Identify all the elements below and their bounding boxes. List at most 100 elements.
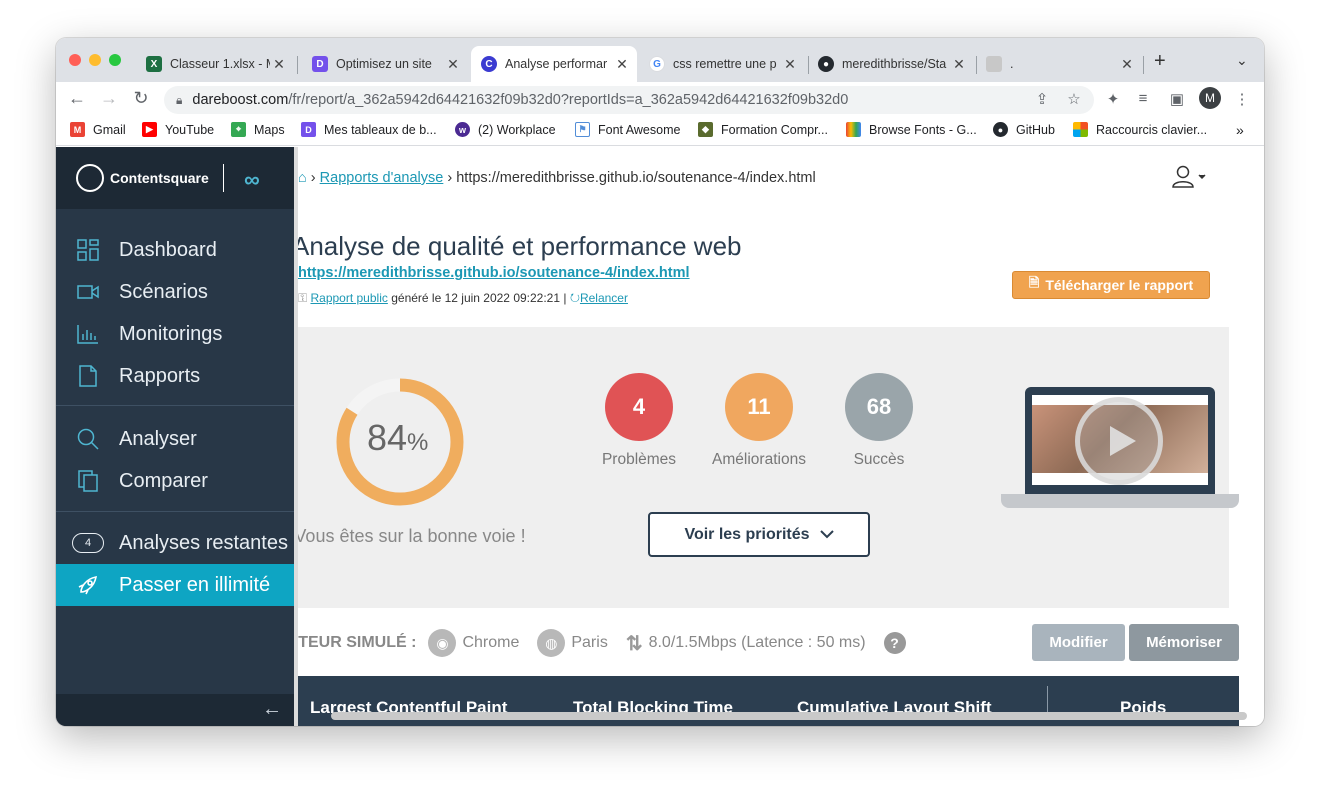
download-label: Télécharger le rapport [1045, 277, 1194, 293]
modify-button[interactable]: Modifier [1032, 624, 1125, 661]
contentsquare-logo-icon [76, 164, 104, 192]
tab-github[interactable]: ● meredithbrisse/Sta ✕ [808, 46, 974, 82]
simulated-network: 8.0/1.5Mbps (Latence : 50 ms) [648, 634, 866, 651]
sidebar-item-scenarios[interactable]: Scénarios [56, 271, 294, 313]
refresh-icon: ↻ [569, 291, 580, 305]
tab-dareboost-active[interactable]: C Analyse performar ✕ [471, 46, 637, 82]
home-icon[interactable]: ⌂ [298, 170, 307, 186]
bookmark-github[interactable]: ● GitHub [993, 122, 1055, 137]
close-icon[interactable]: ✕ [270, 56, 288, 73]
sidebar-item-rapports[interactable]: Rapports [56, 355, 294, 397]
improvements-count[interactable]: 11 [725, 373, 793, 441]
save-settings-button[interactable]: Mémoriser [1129, 624, 1239, 661]
sidebar-item-label: Comparer [119, 469, 208, 492]
bookmark-googlefonts[interactable]: Browse Fonts - G... [846, 122, 977, 137]
sidebar-item-remaining-analyses[interactable]: 4 Analyses restantes [56, 522, 294, 564]
close-icon[interactable]: ✕ [444, 56, 462, 73]
side-panel-icon[interactable]: ▣ [1167, 90, 1187, 108]
forward-button[interactable]: → [98, 88, 120, 109]
close-window-button[interactable] [69, 54, 81, 66]
sidebar-item-analyser[interactable]: Analyser [56, 418, 294, 460]
breadcrumb-link[interactable]: Rapports d'analyse [320, 170, 444, 186]
profile-avatar[interactable]: M [1199, 87, 1221, 109]
bookmark-tableaux[interactable]: D Mes tableaux de b... [301, 122, 437, 137]
bookmarks-bar: M Gmail ▶ YouTube ⌖ Maps D Mes tableaux de b… [56, 116, 1264, 146]
user-menu-icon[interactable] [1172, 165, 1206, 195]
youtube-icon: ▶ [142, 122, 157, 137]
more-bookmarks-icon[interactable]: » [1236, 122, 1244, 138]
globe-icon: ◍ [537, 629, 566, 657]
sidebar-item-label: Analyses restantes [119, 531, 288, 554]
bookmark-label: Font Awesome [598, 122, 681, 137]
play-button[interactable] [1075, 397, 1163, 485]
share-icon[interactable]: ⇪ [1032, 90, 1052, 108]
maps-icon: ⌖ [231, 122, 246, 137]
priorities-label: Voir les priorités [684, 525, 810, 543]
bookmark-youtube[interactable]: ▶ YouTube [142, 122, 214, 137]
tab-title: Analyse performar [505, 57, 608, 71]
maximize-window-button[interactable] [109, 54, 121, 66]
sidebar-footer: ← [56, 694, 294, 726]
bookmark-maps[interactable]: ⌖ Maps [231, 122, 285, 137]
reload-button[interactable]: ↻ [130, 88, 152, 109]
openclassrooms-icon: D [301, 122, 316, 137]
tab-openclassrooms[interactable]: D Optimisez un site ✕ [302, 46, 468, 82]
sidebar-item-dashboard[interactable]: Dashboard [56, 229, 294, 271]
bookmark-formation[interactable]: ◆ Formation Compr... [698, 122, 828, 137]
simulation-settings: VISITEUR SIMULÉ : ◉ Chrome ◍ Paris ⇅ 8.0/1.… [298, 629, 906, 657]
lock-icon: ⚿ [298, 291, 308, 305]
close-icon[interactable]: ✕ [613, 56, 631, 73]
up-down-arrows-icon: ⇅ [625, 632, 643, 655]
close-icon[interactable]: ✕ [950, 56, 968, 73]
relaunch-link[interactable]: Relancer [580, 291, 628, 305]
download-report-button[interactable]: 🗎︎ Télécharger le rapport [1012, 271, 1210, 299]
bookmark-workplace[interactable]: w (2) Workplace [455, 122, 556, 137]
tab-generic[interactable]: . ✕ [976, 46, 1142, 82]
tab-title: meredithbrisse/Sta [842, 57, 947, 71]
sidebar: Contentsquare ∞ Dashboard Scénarios Moni… [56, 147, 294, 726]
public-report-link[interactable]: Rapport public [310, 291, 387, 305]
media-queue-icon[interactable]: ≡ [1133, 90, 1153, 107]
sidebar-item-comparer[interactable]: Comparer [56, 460, 294, 502]
sidebar-item-upgrade[interactable]: Passer en illimité [56, 564, 294, 606]
collapse-sidebar-arrow-icon[interactable]: ← [262, 698, 282, 721]
tab-google[interactable]: G css remettre une p ✕ [639, 46, 805, 82]
bookmark-label: Gmail [93, 122, 126, 137]
problems-count[interactable]: 4 [605, 373, 673, 441]
report-url-link[interactable]: https://meredithbrisse.github.io/soutena… [298, 265, 690, 281]
menu-kebab-icon[interactable]: ⋮ [1232, 90, 1252, 108]
sidebar-item-label: Rapports [119, 364, 201, 387]
tab-excel[interactable]: X Classeur 1.xlsx - M ✕ [136, 46, 294, 82]
address-bar[interactable]: 🔒︎ dareboost.com/fr/report/a_362a5942d64… [164, 86, 1094, 114]
new-tab-button[interactable]: + [1154, 50, 1166, 73]
google-fonts-icon [846, 122, 861, 137]
sidebar-item-monitorings[interactable]: Monitorings [56, 313, 294, 355]
back-button[interactable]: ← [66, 88, 88, 109]
success-count[interactable]: 68 [845, 373, 913, 441]
browser-window: X Classeur 1.xlsx - M ✕ D Optimisez un s… [56, 38, 1264, 726]
extensions-icon[interactable]: ✦ [1103, 90, 1123, 108]
bookmark-star-icon[interactable]: ☆ [1064, 90, 1084, 108]
tab-search-chevron-icon[interactable]: ⌄ [1236, 52, 1248, 69]
bookmark-raccourcis[interactable]: Raccourcis clavier... [1073, 122, 1207, 137]
close-icon[interactable]: ✕ [1118, 56, 1136, 73]
sidebar-item-label: Monitorings [119, 322, 223, 345]
bookmark-label: Mes tableaux de b... [324, 122, 437, 137]
formation-icon: ◆ [698, 122, 713, 137]
bookmark-label: (2) Workplace [478, 122, 556, 137]
priorities-button[interactable]: Voir les priorités [648, 512, 870, 557]
help-icon[interactable]: ? [883, 632, 906, 654]
pdf-icon: 🗎︎ [1028, 275, 1040, 290]
github-icon: ● [993, 122, 1008, 137]
minimize-window-button[interactable] [89, 54, 101, 66]
sidebar-item-label: Analyser [119, 427, 197, 450]
bookmark-label: Browse Fonts - G... [869, 122, 977, 137]
excel-icon: X [146, 56, 162, 72]
close-icon[interactable]: ✕ [781, 56, 799, 73]
laptop-preview-video[interactable] [1001, 387, 1239, 509]
sidebar-item-label: Passer en illimité [119, 573, 271, 596]
horizontal-scrollbar[interactable] [331, 712, 1247, 720]
bookmark-gmail[interactable]: M Gmail [70, 122, 126, 137]
bookmark-fontawesome[interactable]: ⚑ Font Awesome [575, 122, 680, 137]
copy-icon [76, 469, 100, 493]
